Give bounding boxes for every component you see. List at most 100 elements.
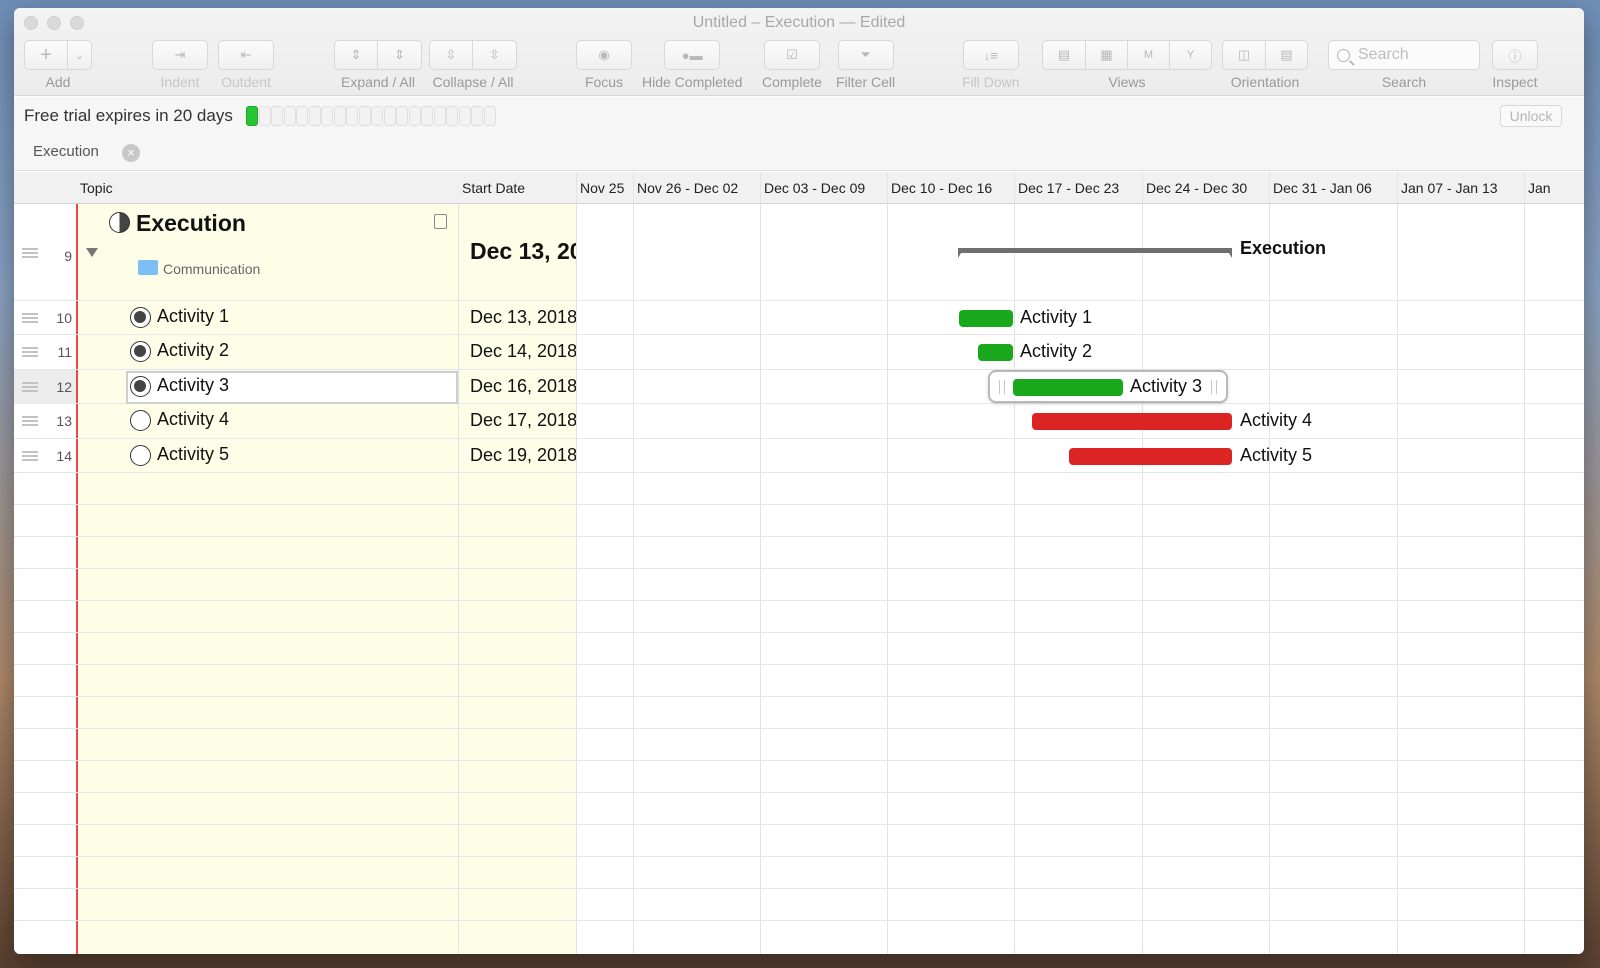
topic-cell[interactable]: Activity 5 xyxy=(157,444,229,465)
summary-bar-end-cap xyxy=(1226,248,1232,258)
trial-progress-segment xyxy=(471,106,483,126)
gantt-bar-label: Activity 4 xyxy=(1240,410,1313,430)
week-header: Dec 31 - Jan 06 xyxy=(1269,172,1397,204)
row-drag-handle[interactable] xyxy=(22,347,38,357)
grid-column-divider xyxy=(458,204,459,954)
filter-cell-label: Filter Cell xyxy=(836,74,896,90)
week-header: Nov 26 - Dec 02 xyxy=(633,172,760,204)
row-drag-handle[interactable] xyxy=(22,313,38,323)
filter-cell-tool: ⏷ Filter Cell xyxy=(836,40,895,90)
parent-topic-title[interactable]: Execution xyxy=(136,210,246,237)
gantt-task-bar[interactable] xyxy=(978,344,1013,361)
trial-progress-segment xyxy=(283,106,296,126)
inspect-button[interactable]: ⓘ xyxy=(1492,40,1538,70)
unlock-button[interactable]: Unlock xyxy=(1500,105,1562,127)
gantt-bar-label: Activity 2 xyxy=(1020,341,1093,361)
topic-cell[interactable]: Activity 4 xyxy=(157,409,229,430)
add-button[interactable]: + xyxy=(24,40,68,70)
row-drag-handle[interactable] xyxy=(22,451,38,461)
outline-view-icon[interactable]: ▤ xyxy=(1042,40,1086,70)
trial-progress-segment xyxy=(408,106,421,126)
fill-down-label: Fill Down xyxy=(962,74,1020,90)
grid-column-divider xyxy=(1269,204,1270,954)
expand-icon[interactable]: ⇕ xyxy=(334,40,378,70)
row-drag-handle[interactable] xyxy=(22,416,38,426)
start-date-cell[interactable]: Dec 19, 2018 xyxy=(470,445,576,466)
incomplete-checkbox[interactable] xyxy=(130,410,151,431)
focus-button[interactable]: ◉ xyxy=(576,40,632,70)
search-placeholder: Search xyxy=(1358,46,1409,63)
search-label: Search xyxy=(1381,74,1427,90)
search-tool: Search Search xyxy=(1328,40,1480,90)
collapse-all-icon[interactable]: ⇳ xyxy=(473,40,517,70)
start-date-column-header[interactable]: Start Date xyxy=(462,172,574,204)
expand-all-icon[interactable]: ⇕ xyxy=(378,40,422,70)
topic-cell[interactable]: Activity 2 xyxy=(157,340,229,361)
grid-row-divider xyxy=(14,760,1584,761)
search-icon xyxy=(1337,48,1350,62)
tab-execution[interactable]: Execution xyxy=(33,143,99,160)
completed-checkbox[interactable] xyxy=(130,341,151,362)
trial-progress-segment xyxy=(271,106,283,126)
filter-cell-button[interactable]: ⏷ xyxy=(837,40,894,70)
summary-bar-start-cap xyxy=(958,248,964,258)
level-indicator-line xyxy=(76,204,78,954)
topic-cell[interactable]: Activity 3 xyxy=(157,375,229,396)
bar-resize-handle[interactable] xyxy=(1211,380,1217,394)
month-view-icon[interactable]: M xyxy=(1128,40,1170,70)
week-header: Dec 17 - Dec 23 xyxy=(1014,172,1142,204)
app-window: Untitled – Execution — Edited + ⌄ Add ⇥ … xyxy=(14,8,1584,954)
grid-row-divider xyxy=(14,536,1584,537)
grid-column-divider xyxy=(1014,204,1015,954)
gantt-task-bar[interactable] xyxy=(1069,448,1232,465)
trial-progress-segment xyxy=(433,106,446,126)
partial-complete-checkbox[interactable] xyxy=(109,212,130,233)
complete-button[interactable]: ☑ xyxy=(763,40,820,70)
focus-tool: ◉ Focus xyxy=(576,40,632,90)
toolbar: Untitled – Execution — Edited + ⌄ Add ⇥ … xyxy=(14,8,1584,96)
summary-bar[interactable] xyxy=(958,248,1232,253)
gantt-task-bar[interactable] xyxy=(1032,413,1232,430)
disclosure-triangle-icon[interactable] xyxy=(86,248,98,257)
row-number: 11 xyxy=(57,344,72,360)
year-view-icon[interactable]: Y xyxy=(1170,40,1212,70)
tab-bar: Execution × xyxy=(14,133,1584,171)
fill-down-button[interactable]: ↓≡ xyxy=(962,40,1019,70)
attachment-label[interactable]: Communication xyxy=(163,261,260,277)
note-icon[interactable] xyxy=(434,214,447,229)
add-menu-chevron-icon[interactable]: ⌄ xyxy=(68,40,92,70)
topic-column-header[interactable]: Topic xyxy=(80,172,460,204)
completed-checkbox[interactable] xyxy=(130,376,151,397)
gantt-task-bar[interactable] xyxy=(959,310,1013,327)
start-date-cell[interactable]: Dec 14, 2018 xyxy=(470,341,576,362)
row-drag-handle[interactable] xyxy=(22,382,38,392)
start-date-cell[interactable]: Dec 13, 2018 xyxy=(470,307,576,328)
trial-progress-segment xyxy=(483,106,496,126)
week-header: Jan xyxy=(1524,172,1584,204)
grid-row-divider xyxy=(14,438,1584,439)
collapse-icon[interactable]: ⇳ xyxy=(429,40,473,70)
incomplete-checkbox[interactable] xyxy=(130,445,151,466)
grid-column-divider xyxy=(576,204,577,954)
complete-tool: ☑ Complete xyxy=(762,40,822,90)
topic-cell[interactable]: Activity 1 xyxy=(157,306,229,327)
grid-row-divider xyxy=(14,920,1584,921)
orientation-columns-icon[interactable]: ◫ xyxy=(1222,40,1266,70)
indent-button[interactable]: ⇥ xyxy=(152,40,208,70)
row-drag-handle[interactable] xyxy=(22,248,38,258)
orientation-rows-icon[interactable]: ▤ xyxy=(1266,40,1308,70)
parent-start-date[interactable]: Dec 13, 2018 xyxy=(470,238,576,265)
start-date-cell[interactable]: Dec 16, 2018 xyxy=(470,376,576,397)
grid-row-divider xyxy=(14,792,1584,793)
start-date-cell[interactable]: Dec 17, 2018 xyxy=(470,410,576,431)
window-title: Untitled – Execution — Edited xyxy=(692,14,906,31)
hide-completed-button[interactable]: ●▬ xyxy=(664,40,721,70)
gantt-task-bar[interactable] xyxy=(1013,379,1123,396)
search-input[interactable]: Search xyxy=(1328,40,1480,70)
gantt-view-icon[interactable]: ▦ xyxy=(1086,40,1128,70)
close-tab-icon[interactable]: × xyxy=(122,144,140,162)
focus-label: Focus xyxy=(584,74,624,90)
bar-resize-handle[interactable] xyxy=(999,380,1005,394)
outdent-button[interactable]: ⇤ xyxy=(218,40,274,70)
completed-checkbox[interactable] xyxy=(130,307,151,328)
